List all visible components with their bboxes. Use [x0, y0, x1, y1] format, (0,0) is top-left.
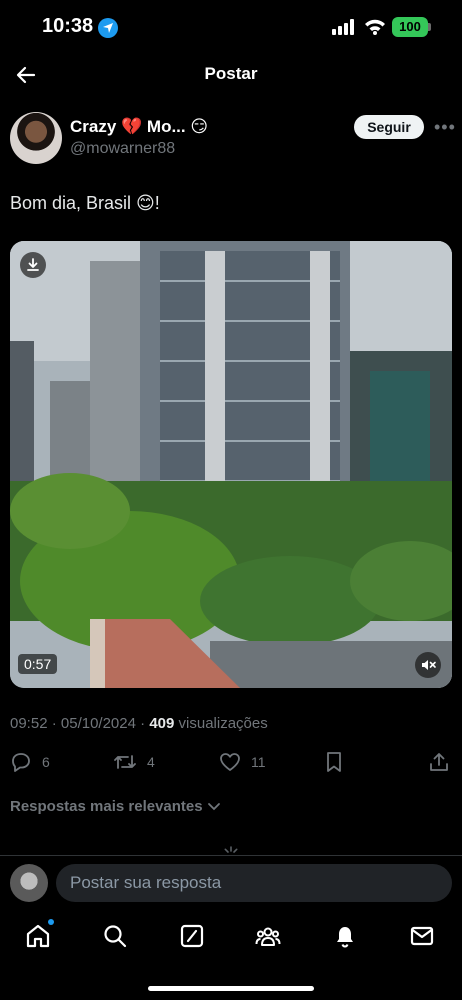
post-video[interactable]: 0:57 [10, 241, 452, 688]
signal-icon [332, 19, 354, 35]
battery-tip [428, 23, 431, 31]
messages-icon[interactable] [409, 923, 435, 949]
chevron-down-icon [207, 803, 220, 811]
replies-sort-dropdown[interactable]: Respostas mais relevantes [10, 798, 221, 815]
video-duration: 0:57 [18, 654, 58, 674]
reply-input[interactable] [56, 864, 452, 902]
repost-icon [114, 755, 136, 769]
search-icon[interactable] [102, 923, 128, 949]
download-icon[interactable] [20, 252, 46, 278]
post-meta: 09:52 · 05/10/2024 · 409 visualizações [10, 715, 268, 732]
status-time: 10:38 [42, 15, 94, 37]
page-title: Postar [204, 64, 258, 83]
wifi-icon [365, 19, 385, 35]
repost-count: 4 [147, 754, 155, 770]
loading-spinner-icon [222, 846, 240, 854]
bookmark-icon [327, 752, 341, 772]
post-date: 05/10/2024 [60, 715, 136, 732]
more-options-icon[interactable]: ••• [434, 117, 456, 138]
share-icon [430, 753, 448, 771]
like-count: 11 [251, 754, 266, 770]
heart-icon [220, 753, 240, 771]
repost-action[interactable]: 4 [113, 750, 155, 774]
post-time: 09:52 [10, 715, 48, 732]
reply-count: 6 [42, 754, 50, 770]
notifications-icon[interactable] [332, 923, 358, 949]
replies-sort-label: Respostas mais relevantes [10, 798, 203, 815]
communities-icon[interactable] [255, 923, 281, 949]
author-avatar[interactable] [10, 112, 62, 164]
video-frame [10, 241, 452, 688]
home-notification-dot [48, 919, 54, 925]
bookmark-action[interactable] [324, 750, 344, 774]
mute-icon[interactable] [415, 652, 441, 678]
share-action[interactable] [428, 750, 450, 774]
author-display-name[interactable]: Crazy 💔 Mo... 😏 [70, 117, 208, 137]
reply-icon [12, 753, 30, 772]
user-avatar[interactable] [10, 864, 48, 902]
battery-indicator: 100 [392, 17, 428, 37]
author-username[interactable]: @mowarner88 [70, 140, 175, 158]
views-label: visualizações [178, 715, 268, 732]
tab-bar [0, 911, 462, 1000]
views-count: 409 [149, 715, 175, 732]
reply-action[interactable]: 6 [10, 750, 50, 774]
home-indicator [148, 986, 314, 991]
status-bar: 10:38 100 [0, 0, 462, 54]
location-arrow-icon [98, 18, 118, 38]
like-action[interactable]: 11 [219, 750, 266, 774]
reply-composer [0, 855, 462, 911]
post-text: Bom dia, Brasil 😊! [10, 193, 160, 213]
follow-button[interactable]: Seguir [354, 115, 424, 139]
home-icon[interactable] [25, 919, 54, 949]
grok-icon[interactable] [179, 923, 205, 949]
